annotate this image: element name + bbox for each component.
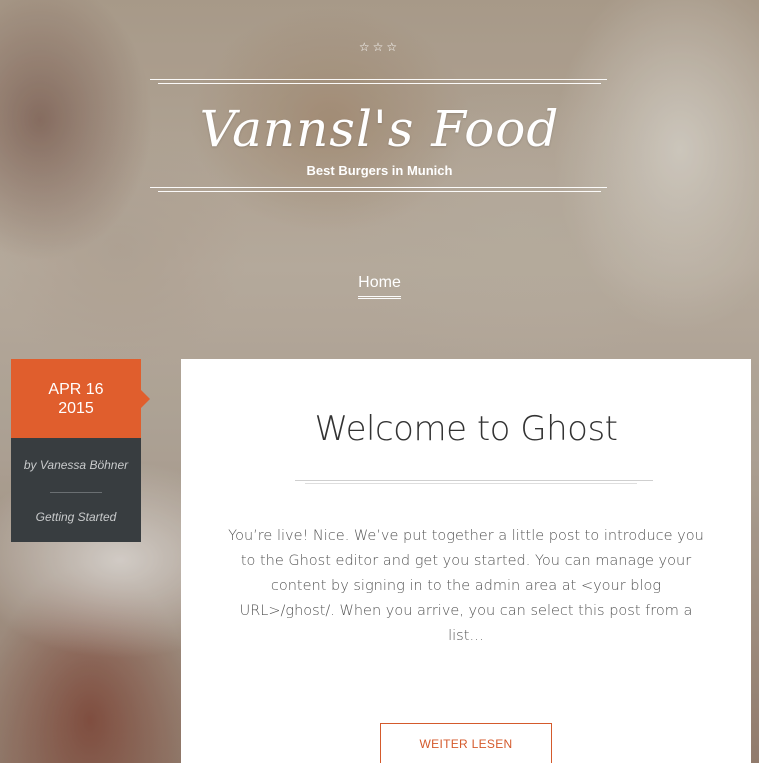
stars-ornament: ☆☆☆: [358, 40, 401, 54]
post-title[interactable]: Welcome to Ghost: [181, 409, 751, 449]
read-more-button[interactable]: WEITER LESEN: [380, 723, 552, 763]
post-meta-box: by Vanessa Böhner Getting Started: [11, 438, 141, 542]
post-date-day: APR 16: [48, 381, 104, 398]
site-header: ☆☆☆ Vannsl's Food Best Burgers in Munich…: [0, 0, 759, 340]
post-date-badge: APR 16 2015: [11, 359, 150, 438]
post-author: by Vanessa Böhner: [23, 458, 129, 472]
post-card: Welcome to Ghost You’re live! Nice. We’v…: [181, 359, 751, 763]
main-nav: Home: [0, 272, 759, 299]
site-tagline: Best Burgers in Munich: [306, 163, 453, 178]
post-tag-link[interactable]: Getting Started: [11, 510, 141, 524]
post-meta: APR 16 2015 by Vanessa Böhner Getting St…: [11, 359, 150, 542]
title-divider: [295, 480, 653, 485]
header-rule-top: [150, 79, 607, 85]
post-excerpt: You’re live! Nice. We’ve put together a …: [228, 528, 704, 644]
meta-divider: [50, 492, 102, 493]
nav-home-link[interactable]: Home: [358, 274, 401, 299]
post-date-year: 2015: [58, 400, 94, 417]
site-title[interactable]: Vannsl's Food: [0, 98, 759, 160]
header-rule-bottom: [150, 187, 607, 193]
